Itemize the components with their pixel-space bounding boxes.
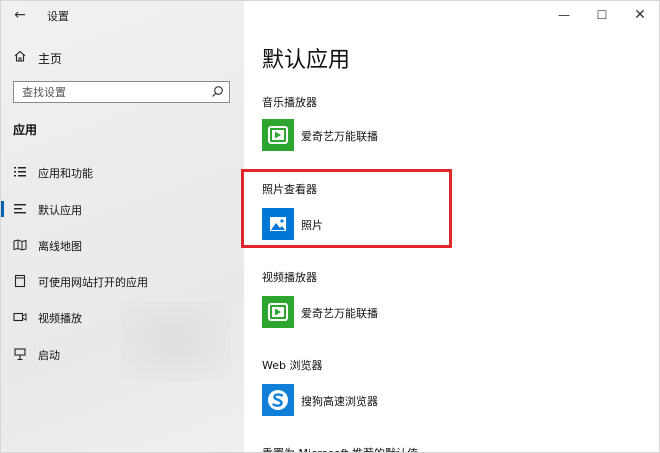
sidebar-item-video-playback[interactable]: 视频播放 — [1, 304, 244, 330]
app-name: 搜狗高速浏览器 — [301, 395, 378, 408]
sidebar-item-apps-for-websites[interactable]: 可使用网站打开的应用 — [1, 268, 244, 294]
map-icon — [13, 239, 27, 251]
sidebar-item-label: 启动 — [38, 349, 60, 362]
music-player-app-button[interactable]: 爱奇艺万能联播 — [262, 119, 462, 151]
minimize-icon[interactable]: — — [549, 5, 579, 25]
settings-window: ← 设置 主页 应用 应用和功能 — [0, 0, 660, 453]
reset-defaults-text: 重置为 Microsoft 推荐的默认值 — [262, 445, 418, 452]
sidebar-item-label: 视频播放 — [38, 312, 82, 325]
iqiyi-icon — [262, 296, 294, 328]
video-player-app-button[interactable]: 爱奇艺万能联播 — [262, 296, 462, 328]
sidebar-item-default-apps[interactable]: 默认应用 — [1, 196, 244, 222]
back-arrow-icon[interactable]: ← — [9, 5, 31, 25]
close-icon[interactable]: ✕ — [625, 5, 655, 25]
music-player-label: 音乐播放器 — [262, 96, 317, 109]
sidebar-item-label: 离线地图 — [38, 240, 82, 253]
photo-viewer-label: 照片查看器 — [262, 183, 317, 196]
sidebar-item-offline-maps[interactable]: 离线地图 — [1, 232, 244, 258]
home-icon — [14, 50, 26, 62]
app-title: 设置 — [47, 10, 69, 23]
nav-home[interactable]: 主页 — [1, 47, 244, 69]
titlebar: ← 设置 — [1, 1, 244, 29]
search-icon[interactable] — [211, 85, 224, 98]
sidebar-item-label: 应用和功能 — [38, 167, 93, 180]
video-player-label: 视频播放器 — [262, 271, 317, 284]
sidebar: ← 设置 主页 应用 应用和功能 — [1, 1, 244, 452]
photo-viewer-app-button[interactable]: 照片 — [262, 208, 462, 240]
home-label: 主页 — [38, 52, 63, 66]
window-controls: — ☐ ✕ — [539, 1, 659, 29]
web-browser-app-button[interactable]: 搜狗高速浏览器 — [262, 384, 462, 416]
web-app-icon — [14, 274, 26, 288]
app-name: 爱奇艺万能联播 — [301, 130, 378, 143]
list-icon — [14, 167, 26, 177]
sidebar-item-startup[interactable]: 启动 — [1, 341, 244, 367]
section-title: 应用 — [13, 123, 38, 137]
sidebar-item-apps-features[interactable]: 应用和功能 — [1, 159, 244, 185]
sidebar-item-label: 可使用网站打开的应用 — [38, 276, 148, 289]
photos-icon — [262, 208, 294, 240]
web-browser-label: Web 浏览器 — [262, 359, 323, 372]
sogou-browser-icon — [262, 384, 294, 416]
page-title: 默认应用 — [262, 48, 351, 73]
startup-icon — [14, 348, 26, 361]
active-indicator — [1, 201, 4, 217]
video-icon — [13, 312, 27, 322]
maximize-icon[interactable]: ☐ — [587, 5, 617, 25]
app-name: 照片 — [301, 219, 323, 232]
search-box[interactable] — [13, 81, 230, 103]
main-content: — ☐ ✕ 默认应用 音乐播放器 爱奇艺万能联播 照片查看器 照片 视频播放器 … — [244, 1, 659, 452]
search-input[interactable] — [14, 82, 220, 102]
iqiyi-icon — [262, 119, 294, 151]
default-apps-icon — [14, 204, 26, 214]
app-name: 爱奇艺万能联播 — [301, 307, 378, 320]
sidebar-item-label: 默认应用 — [38, 204, 82, 217]
